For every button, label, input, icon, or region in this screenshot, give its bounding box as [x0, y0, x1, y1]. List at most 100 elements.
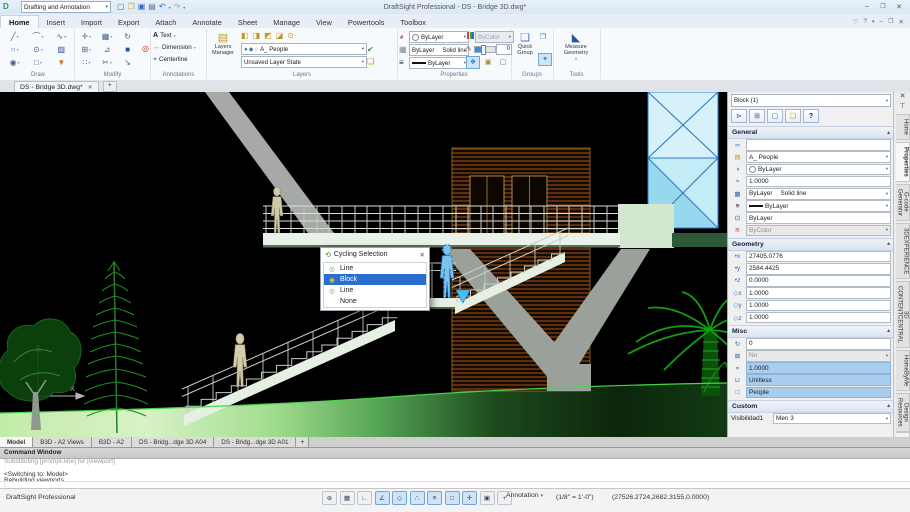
tab-attach[interactable]: Attach: [147, 16, 184, 28]
select-matching-button[interactable]: ▢: [767, 109, 783, 123]
line-style-select[interactable]: ByLayerSolid line: [409, 44, 469, 56]
rotation-field[interactable]: 0: [746, 338, 891, 350]
transparency-slider[interactable]: [474, 46, 496, 53]
chevron-down-icon[interactable]: ▾: [41, 47, 43, 52]
layer-tool-icon[interactable]: ◩: [264, 30, 272, 41]
layer-state-tool-icon[interactable]: ❏: [367, 56, 374, 67]
centerline-button[interactable]: ⌖Centerline: [151, 53, 206, 65]
ortho-toggle[interactable]: ∟: [357, 491, 372, 505]
layer-tool-icon[interactable]: ⊙: [287, 30, 294, 41]
modify-trim-button[interactable]: ✂▾: [97, 56, 118, 69]
transparency-value[interactable]: 0: [496, 44, 512, 55]
chevron-down-icon[interactable]: ▾: [88, 60, 90, 65]
tab-export[interactable]: Export: [110, 16, 147, 28]
pencil-icon[interactable]: ✎: [466, 44, 472, 55]
tab-powertools[interactable]: Powertools: [340, 16, 393, 28]
draw-line-button[interactable]: ╱▾: [3, 30, 26, 43]
quick-group-button[interactable]: ❏ Quick Group: [512, 30, 538, 56]
scale-x-field[interactable]: 1.0000: [746, 287, 891, 299]
strip-tab-design-resources[interactable]: Design Resources: [896, 393, 910, 432]
undo-icon[interactable]: ↶: [159, 2, 166, 12]
quick-input-toggle[interactable]: ✛: [462, 491, 477, 505]
close-icon[interactable]: [420, 251, 425, 259]
sheet-tab-bridge-a04[interactable]: DS - Bridg...dge 3D A04: [132, 437, 214, 447]
plot-style-field[interactable]: ByLayer: [746, 212, 891, 224]
active-layer-select[interactable]: ● ◆ ○ A_ People: [241, 43, 367, 55]
line-weight-select[interactable]: ByLayer: [409, 57, 469, 69]
draw-ellipse-button[interactable]: ⊙▾: [26, 43, 49, 56]
help-icon[interactable]: [863, 18, 867, 26]
layers-manager-button[interactable]: ▤ Layers Manager: [208, 30, 238, 56]
undo-chevron-icon[interactable]: ▾: [169, 5, 171, 10]
section-geometry[interactable]: Geometry: [728, 238, 894, 251]
image-toggle[interactable]: ▣: [481, 56, 495, 69]
tab-view[interactable]: View: [308, 16, 340, 28]
modify-mirror-button[interactable]: ⊿: [97, 43, 118, 56]
lineweight-toggle[interactable]: ≡: [427, 491, 442, 505]
tab-manage[interactable]: Manage: [265, 16, 308, 28]
chevron-down-icon[interactable]: ▾: [18, 60, 20, 65]
doc-close-button[interactable]: [899, 18, 904, 26]
strip-tab-3dcontentcentral[interactable]: 3D CONTENTCENTRAL: [896, 281, 910, 348]
grid-toggle[interactable]: ▦: [340, 491, 355, 505]
tab-import[interactable]: Import: [73, 16, 110, 28]
sheet-tab-b3d-a2[interactable]: B3D - A2: [92, 437, 132, 447]
entity-selector[interactable]: Block (1): [731, 94, 891, 107]
line-weight-select[interactable]: ByLayer: [746, 200, 891, 212]
ungroup-icon[interactable]: ❐: [540, 32, 546, 43]
popup-title-bar[interactable]: ⟲ Cycling Selection: [321, 248, 429, 261]
text-button[interactable]: AText▾: [151, 29, 206, 41]
modify-array-button[interactable]: ∷▾: [76, 56, 97, 69]
chevron-down-icon[interactable]: ▾: [89, 47, 91, 52]
esnap-toggle[interactable]: ◇: [392, 491, 407, 505]
transparency-toggle[interactable]: □: [445, 491, 460, 505]
strip-tab-home[interactable]: Home: [896, 114, 910, 140]
block-unit-field[interactable]: Unitless: [746, 374, 891, 386]
draw-point-button[interactable]: ◉▾: [3, 56, 26, 69]
line-color-select[interactable]: ByLayer: [746, 164, 891, 176]
line-style-select[interactable]: ByLayerSolid line: [746, 188, 891, 200]
modify-fill-button[interactable]: ■: [117, 43, 138, 56]
document-tab[interactable]: DS - Bridge 3D.dwg*: [14, 81, 99, 92]
section-custom[interactable]: Custom: [728, 400, 894, 413]
sheet-tab-b3d-a2-views[interactable]: B3D - A2 Views: [33, 437, 92, 447]
position-x-field[interactable]: 27405.0776: [746, 251, 891, 263]
doc-restore-button[interactable]: [888, 18, 893, 26]
workspace-select[interactable]: Drafting and Annotation: [21, 1, 111, 13]
line-color-select[interactable]: ByLayer: [409, 31, 469, 43]
modify-stretch-button[interactable]: ↘: [117, 56, 138, 69]
draw-hatch-button[interactable]: ▨: [50, 43, 73, 56]
chevron-down-icon[interactable]: ▾: [110, 34, 112, 39]
scale-y-field[interactable]: 1.0000: [746, 300, 891, 312]
command-window-header[interactable]: Command Window: [0, 448, 910, 459]
chevron-down-icon[interactable]: ▾: [41, 34, 43, 39]
visibility-select[interactable]: Men 3: [773, 413, 891, 425]
restore-button[interactable]: [878, 3, 888, 11]
help-button[interactable]: ?: [803, 109, 819, 123]
tab-toolbox[interactable]: Toolbox: [392, 16, 433, 28]
layer-select[interactable]: A_ People: [746, 151, 891, 163]
chevron-down-icon[interactable]: ▾: [17, 34, 19, 39]
modify-copy-button[interactable]: ⊞▾: [76, 43, 97, 56]
strip-tab-homebyme[interactable]: HomeByMe: [896, 350, 910, 391]
modify-move-button[interactable]: ✛▾: [76, 30, 97, 43]
chevron-down-icon[interactable]: ▾: [575, 56, 577, 61]
feedback-heart-icon[interactable]: [853, 18, 859, 26]
modify-pattern-button[interactable]: ▦▾: [97, 30, 118, 43]
chevron-down-icon[interactable]: ▾: [40, 60, 42, 65]
section-misc[interactable]: Misc: [728, 325, 894, 338]
layer-apply-icon[interactable]: ✔: [367, 44, 374, 55]
sheet-toggle[interactable]: ▢: [496, 56, 510, 69]
sheet-tab-model[interactable]: Model: [0, 437, 33, 447]
annotation-scale-toggle[interactable]: ▣: [480, 491, 495, 505]
new-document-tab-button[interactable]: +: [103, 81, 117, 92]
open-file-icon[interactable]: ❐: [128, 2, 135, 12]
sheet-tab-bridge-a01[interactable]: DS - Bridg...dge 3D A01: [214, 437, 296, 447]
chevron-down-icon[interactable]: ▾: [64, 34, 66, 39]
redo-icon[interactable]: ↷: [174, 2, 181, 12]
strip-tab-3dexperience[interactable]: 3DEXPERIENCE: [896, 223, 910, 279]
polar-toggle[interactable]: ∠: [375, 491, 390, 505]
new-sheet-button[interactable]: +: [296, 437, 309, 447]
strip-tab-gcode-generator[interactable]: G-code Generator: [896, 184, 910, 221]
dimension-button[interactable]: ↔Dimension▾: [151, 41, 206, 53]
